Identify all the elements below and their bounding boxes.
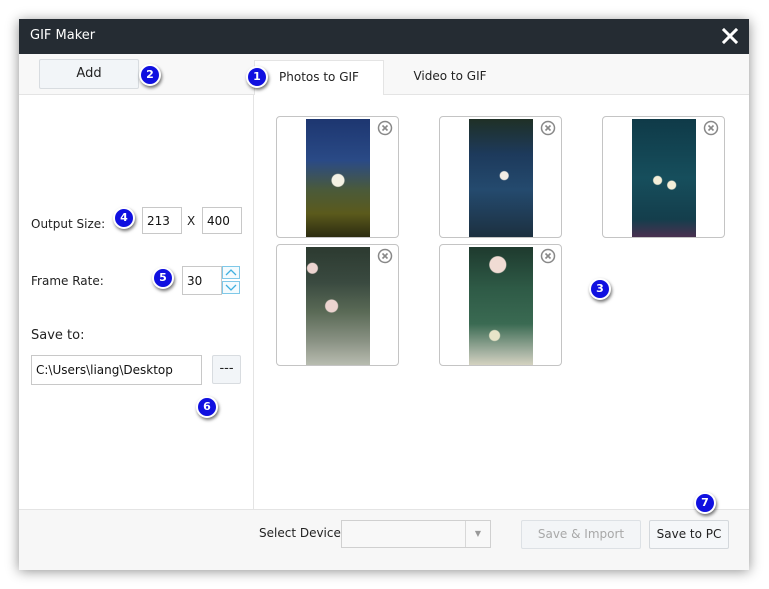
frame-rate-label: Frame Rate: — [31, 274, 104, 288]
add-button[interactable]: Add — [39, 59, 139, 89]
callout-badge-1: 1 — [246, 66, 268, 88]
output-height-input[interactable]: 400 — [202, 207, 242, 234]
callout-badge-2: 2 — [139, 64, 161, 86]
callout-badge-3: 3 — [589, 278, 611, 300]
close-button[interactable] — [721, 27, 739, 45]
thumbnail-photo-3[interactable] — [602, 116, 725, 238]
title-bar: GIF Maker — [19, 19, 749, 54]
remove-photo-button[interactable] — [540, 120, 556, 136]
footer-bar: Select Device: ▼ Save & Import Save to P… — [19, 509, 749, 570]
save-path-input[interactable]: C:\Users\liang\Desktop — [31, 355, 202, 385]
remove-circle-icon — [540, 120, 556, 136]
browse-button[interactable]: --- — [212, 355, 241, 384]
remove-photo-button[interactable] — [540, 248, 556, 264]
remove-photo-button[interactable] — [377, 120, 393, 136]
thumbnail-photo-5[interactable] — [439, 244, 562, 366]
tab-photos-to-gif[interactable]: Photos to GIF — [254, 60, 384, 96]
photo-image — [469, 247, 533, 365]
photo-grid — [254, 95, 749, 509]
photo-image — [306, 247, 370, 365]
gif-maker-window: GIF Maker Add Photos to GIF Video to GIF… — [19, 19, 749, 570]
photo-image — [469, 119, 533, 237]
save-and-import-button[interactable]: Save & Import — [521, 520, 641, 549]
callout-badge-7: 7 — [694, 492, 716, 514]
frame-rate-input[interactable]: 30 — [182, 266, 222, 295]
remove-photo-button[interactable] — [703, 120, 719, 136]
callout-badge-4: 4 — [113, 207, 135, 229]
remove-circle-icon — [377, 120, 393, 136]
frame-rate-decrement[interactable] — [222, 281, 240, 294]
select-device-dropdown[interactable]: ▼ — [341, 520, 491, 548]
callout-badge-6: 6 — [196, 396, 218, 418]
callout-badge-5: 5 — [152, 267, 174, 289]
photo-image — [632, 119, 696, 237]
frame-rate-increment[interactable] — [222, 266, 240, 279]
remove-circle-icon — [703, 120, 719, 136]
window-title: GIF Maker — [30, 28, 96, 43]
thumbnail-photo-1[interactable] — [276, 116, 399, 238]
close-icon — [721, 27, 739, 45]
dropdown-arrow-icon: ▼ — [465, 521, 490, 547]
remove-photo-button[interactable] — [377, 248, 393, 264]
output-size-label: Output Size: — [31, 217, 106, 231]
remove-circle-icon — [377, 248, 393, 264]
size-separator: X — [187, 214, 196, 228]
thumbnail-photo-4[interactable] — [276, 244, 399, 366]
output-width-input[interactable]: 213 — [142, 207, 182, 234]
select-device-label: Select Device: — [259, 526, 345, 540]
chevron-down-icon — [225, 284, 237, 291]
chevron-up-icon — [225, 269, 237, 276]
thumbnail-photo-2[interactable] — [439, 116, 562, 238]
save-to-label: Save to: — [31, 328, 85, 343]
photo-image — [306, 119, 370, 237]
tab-video-to-gif[interactable]: Video to GIF — [387, 60, 513, 95]
remove-circle-icon — [540, 248, 556, 264]
save-to-pc-button[interactable]: Save to PC — [649, 520, 729, 549]
settings-panel: Output Size: 213 X 400 Frame Rate: 30 Sa… — [19, 95, 254, 509]
tab-bar: Add Photos to GIF Video to GIF — [19, 54, 749, 96]
